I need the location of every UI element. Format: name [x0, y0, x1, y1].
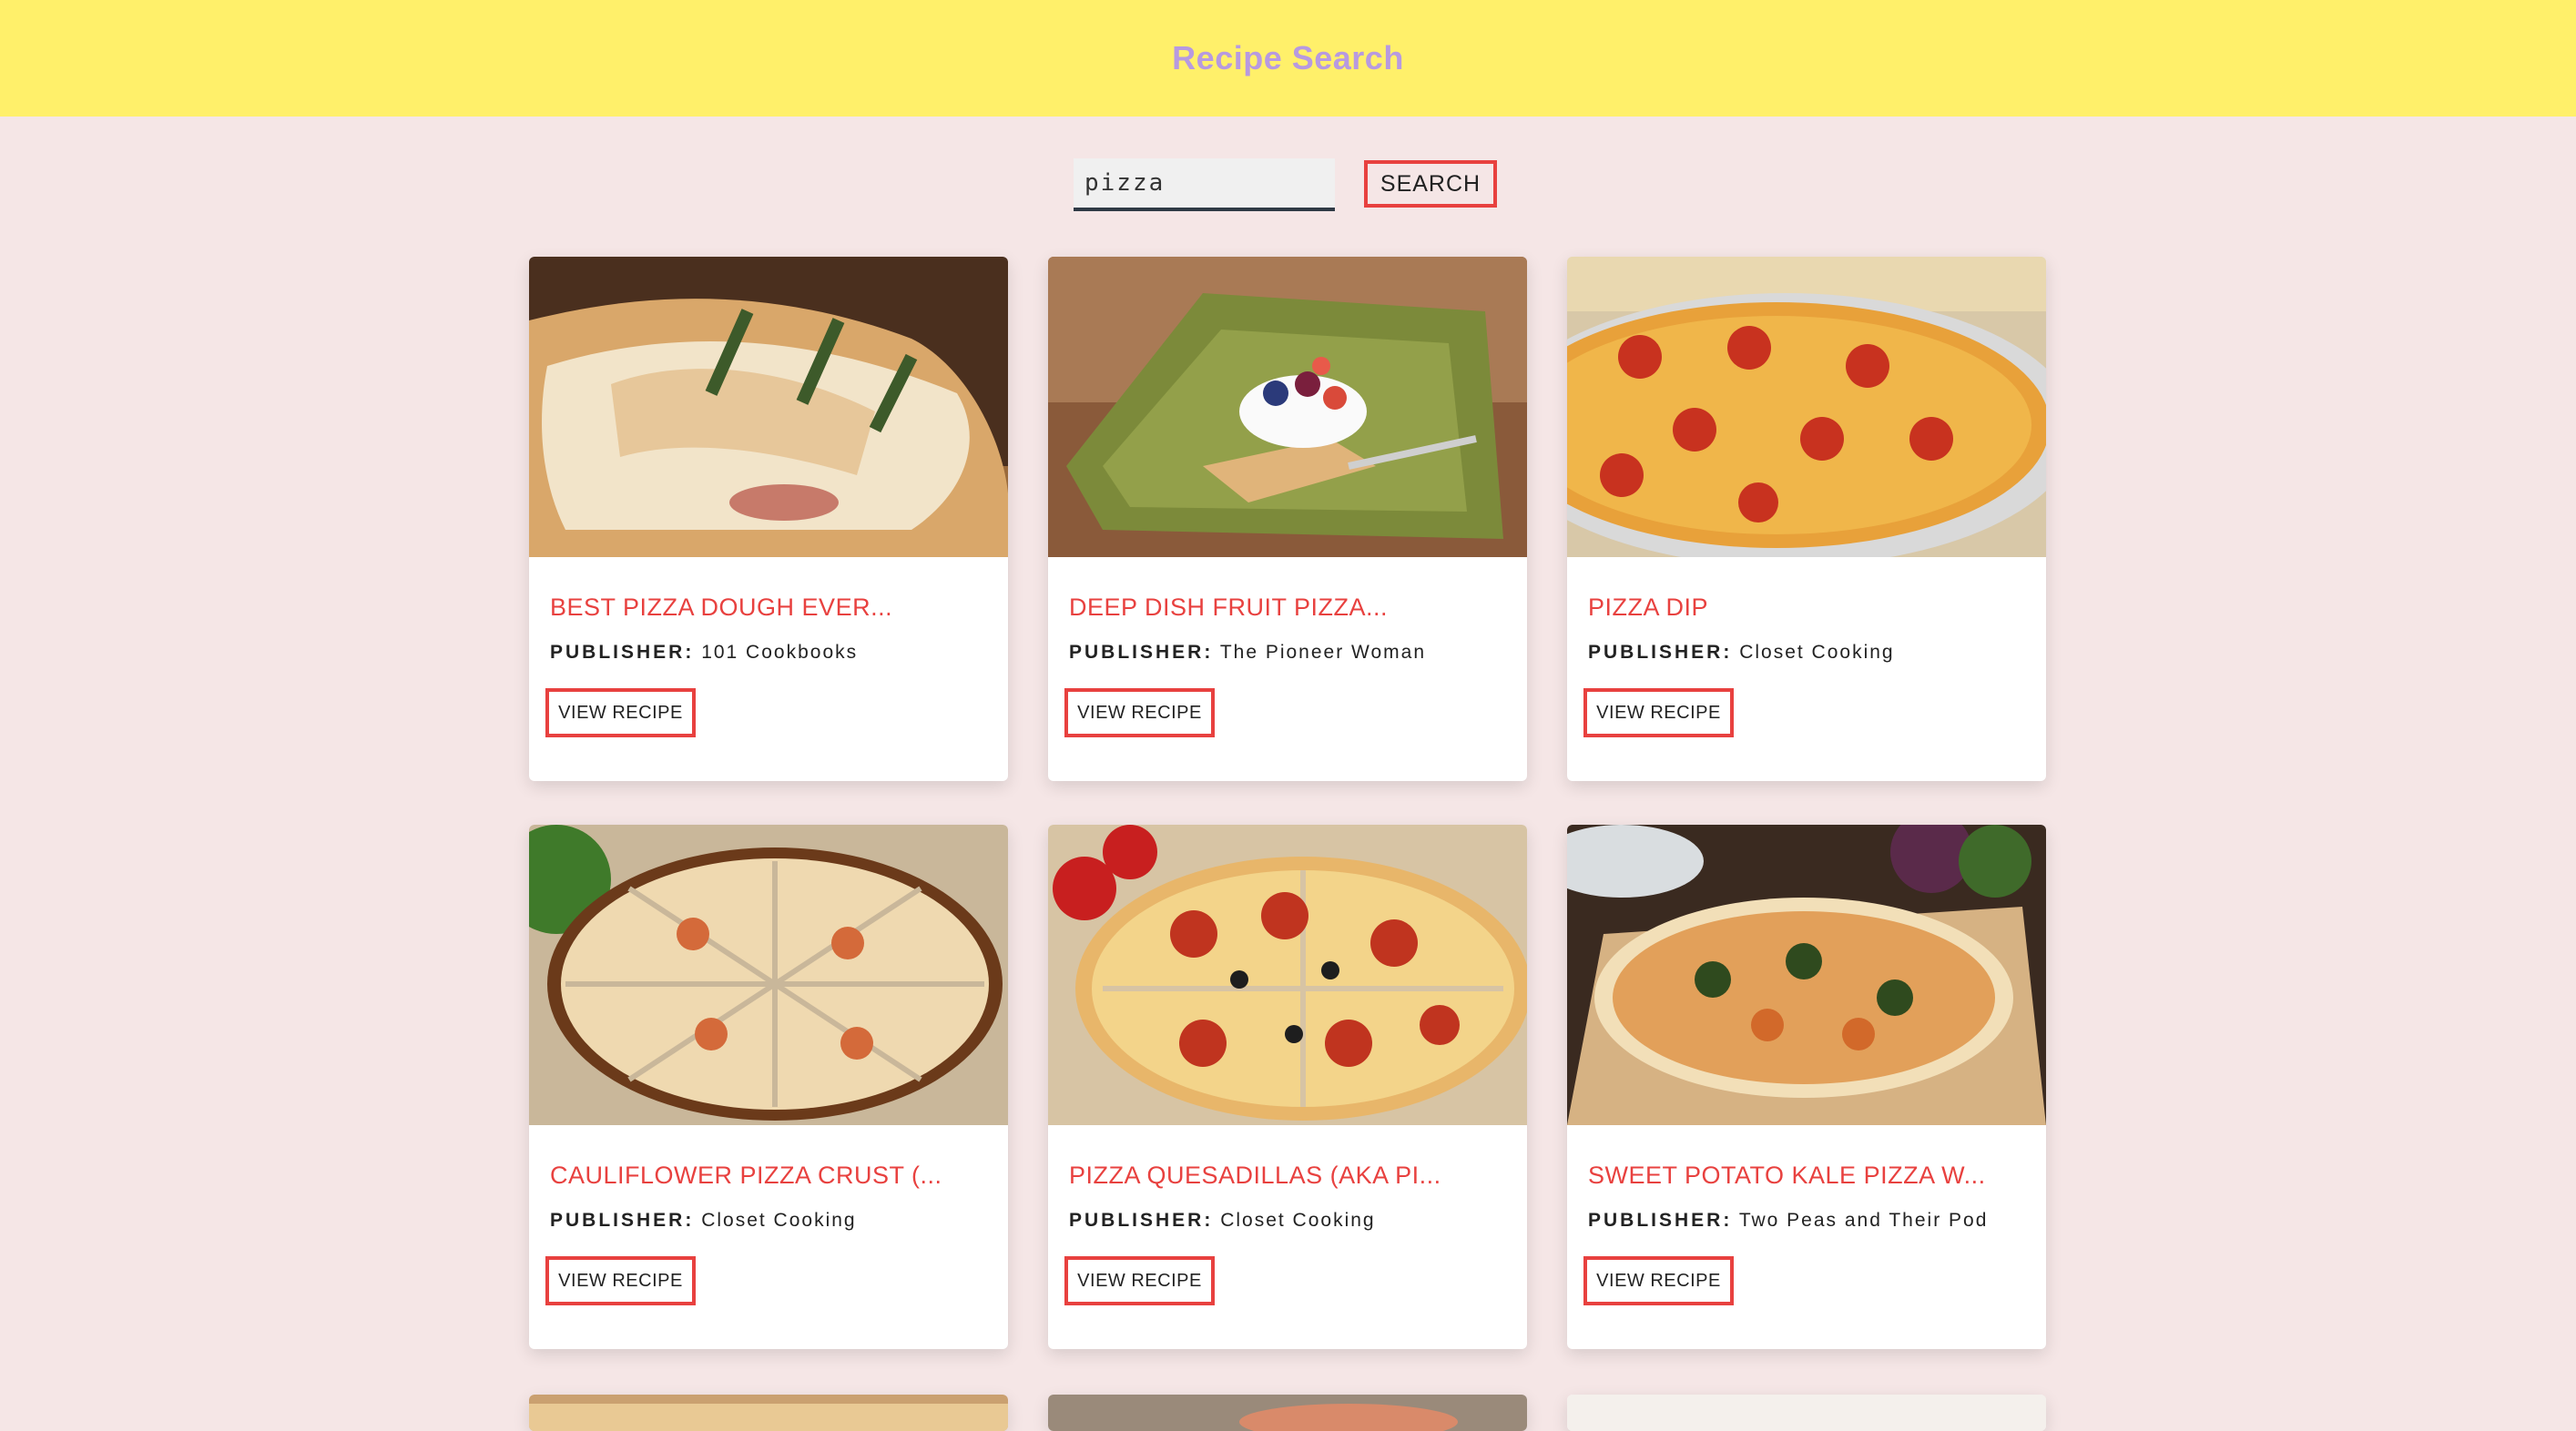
- publisher-name: Closet Cooking: [1220, 1210, 1376, 1231]
- publisher-label: PUBLISHER:: [1069, 642, 1214, 663]
- recipe-card: BEST PIZZA DOUGH EVER... PUBLISHER: 101 …: [529, 257, 1008, 781]
- recipe-publisher: PUBLISHER: The Pioneer Woman: [1069, 642, 1426, 664]
- view-recipe-button[interactable]: VIEW RECIPE: [1064, 1256, 1215, 1305]
- recipe-image: [1048, 1395, 1527, 1431]
- recipe-title: BEST PIZZA DOUGH EVER...: [550, 594, 893, 621]
- publisher-name: Closet Cooking: [701, 1210, 857, 1231]
- view-recipe-button[interactable]: VIEW RECIPE: [1583, 688, 1734, 737]
- recipe-card: PIZZA DIP PUBLISHER: Closet Cooking VIEW…: [1567, 257, 2046, 781]
- recipe-image: [1567, 825, 2046, 1125]
- recipe-card: [529, 1395, 1008, 1431]
- recipe-title: DEEP DISH FRUIT PIZZA...: [1069, 594, 1389, 621]
- recipe-card: [1567, 1395, 2046, 1431]
- recipe-publisher: PUBLISHER: Closet Cooking: [550, 1210, 857, 1232]
- recipe-image: [529, 257, 1008, 557]
- recipe-image: [1567, 257, 2046, 557]
- publisher-name: Closet Cooking: [1739, 642, 1895, 663]
- recipe-publisher: PUBLISHER: 101 Cookbooks: [550, 642, 858, 664]
- recipe-image: [1048, 257, 1527, 557]
- view-recipe-button[interactable]: VIEW RECIPE: [545, 1256, 696, 1305]
- publisher-label: PUBLISHER:: [1588, 1210, 1733, 1231]
- publisher-name: Two Peas and Their Pod: [1738, 1210, 1989, 1231]
- recipe-image: [1567, 1395, 2046, 1431]
- search-button[interactable]: SEARCH: [1364, 160, 1497, 208]
- recipe-card: PIZZA QUESADILLAS (AKA PI... PUBLISHER: …: [1048, 825, 1527, 1349]
- publisher-name: 101 Cookbooks: [701, 642, 859, 663]
- recipe-title: PIZZA QUESADILLAS (AKA PI...: [1069, 1162, 1441, 1189]
- recipe-title: SWEET POTATO KALE PIZZA W...: [1588, 1162, 1986, 1189]
- view-recipe-button[interactable]: VIEW RECIPE: [1583, 1256, 1734, 1305]
- recipe-image: [1048, 825, 1527, 1125]
- recipe-title: CAULIFLOWER PIZZA CRUST (...: [550, 1162, 942, 1189]
- recipe-card: DEEP DISH FRUIT PIZZA... PUBLISHER: The …: [1048, 257, 1527, 781]
- recipe-card: SWEET POTATO KALE PIZZA W... PUBLISHER: …: [1567, 825, 2046, 1349]
- recipe-publisher: PUBLISHER: Two Peas and Their Pod: [1588, 1210, 1988, 1232]
- publisher-name: The Pioneer Woman: [1219, 642, 1427, 663]
- recipe-card: CAULIFLOWER PIZZA CRUST (... PUBLISHER: …: [529, 825, 1008, 1349]
- publisher-label: PUBLISHER:: [1069, 1210, 1214, 1231]
- app-header: Recipe Search: [0, 0, 2576, 117]
- recipe-image: [529, 825, 1008, 1125]
- publisher-label: PUBLISHER:: [550, 1210, 695, 1231]
- view-recipe-button[interactable]: VIEW RECIPE: [1064, 688, 1215, 737]
- recipe-publisher: PUBLISHER: Closet Cooking: [1588, 642, 1895, 664]
- page-title: Recipe Search: [1172, 39, 1404, 76]
- recipe-publisher: PUBLISHER: Closet Cooking: [1069, 1210, 1376, 1232]
- view-recipe-button[interactable]: VIEW RECIPE: [545, 688, 696, 737]
- search-input[interactable]: [1074, 158, 1335, 211]
- publisher-label: PUBLISHER:: [1588, 642, 1733, 663]
- recipe-title: PIZZA DIP: [1588, 594, 1709, 621]
- publisher-label: PUBLISHER:: [550, 642, 695, 663]
- recipe-card: [1048, 1395, 1527, 1431]
- recipe-image: [529, 1395, 1008, 1431]
- search-form: SEARCH: [1074, 158, 1498, 211]
